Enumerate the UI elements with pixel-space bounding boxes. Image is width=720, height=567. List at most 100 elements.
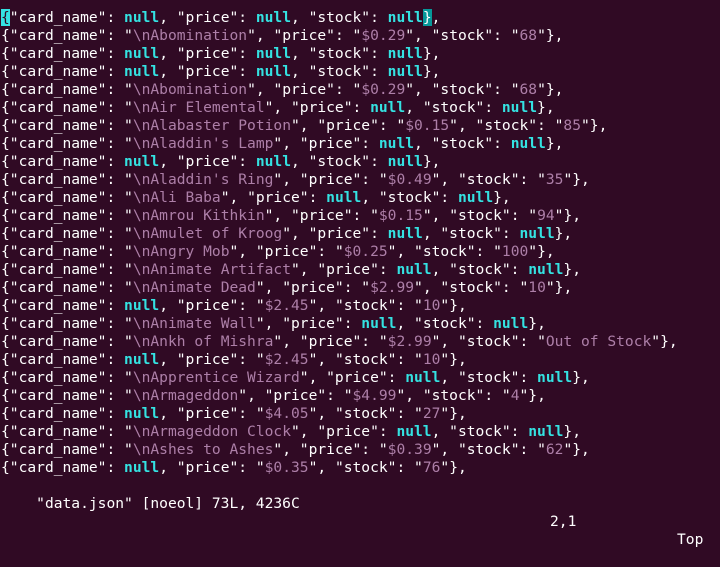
editor-line[interactable]: {"card_name": "\nAbomination", "price": … bbox=[1, 27, 678, 45]
close-brace: } bbox=[660, 333, 669, 350]
quote: " bbox=[124, 117, 133, 134]
quote: " bbox=[352, 81, 362, 98]
quote: " bbox=[537, 171, 546, 188]
json-null-value: null bbox=[396, 423, 432, 440]
json-string-value: $0.15 bbox=[378, 207, 423, 224]
comma: , bbox=[396, 315, 415, 332]
editor-line[interactable]: {"card_name": "\nAnimate Artifact", "pri… bbox=[1, 261, 678, 279]
json-key: "stock": bbox=[334, 297, 415, 314]
json-key: "price": bbox=[255, 243, 335, 260]
open-brace: { bbox=[1, 27, 10, 44]
editor-line[interactable]: {"card_name": "\nAshes to Ashes", "price… bbox=[1, 441, 678, 459]
json-string-value: \nAnkh of Mishra bbox=[132, 333, 274, 350]
editor-line[interactable]: {"card_name": null, "price": "$4.05", "s… bbox=[1, 405, 678, 423]
editor-line[interactable]: {"card_name": "\nArmageddon", "price": "… bbox=[1, 387, 678, 405]
json-null-value: null bbox=[124, 63, 160, 80]
editor-line[interactable]: {"card_name": null, "price": null, "stoc… bbox=[1, 45, 678, 63]
editor-line[interactable]: {"card_name": "\nAnimate Dead", "price":… bbox=[1, 279, 678, 297]
comma: , bbox=[440, 333, 458, 350]
json-string-value: 68 bbox=[519, 27, 538, 44]
json-key: "card_name": bbox=[9, 333, 125, 350]
comma: , bbox=[299, 423, 318, 440]
editor-line[interactable]: {"card_name": "\nAladdin's Lamp", "price… bbox=[1, 135, 678, 153]
json-null-value: null bbox=[124, 153, 160, 170]
json-key: "stock": bbox=[378, 189, 458, 206]
comma: , bbox=[422, 225, 441, 242]
editor-line[interactable]: {"card_name": "\nAnkh of Mishra", "price… bbox=[1, 333, 678, 351]
json-key: "price": bbox=[176, 153, 256, 170]
json-string-value: $2.45 bbox=[264, 351, 309, 368]
comma: , bbox=[291, 225, 309, 242]
close-brace: } bbox=[563, 207, 573, 224]
json-string-value: \nAnimate Artifact bbox=[132, 261, 291, 278]
comma: , bbox=[299, 117, 318, 134]
json-key: "price": bbox=[176, 351, 256, 368]
json-null-value: null bbox=[255, 153, 291, 170]
json-null-value: null bbox=[326, 189, 362, 206]
editor-line[interactable]: {"card_name": null, "price": null, "stoc… bbox=[1, 9, 678, 27]
open-brace: { bbox=[1, 369, 10, 386]
trailing-comma: , bbox=[431, 9, 441, 26]
json-key: "stock": bbox=[334, 459, 415, 476]
vim-editor[interactable]: { "card_name": null, "price": null, "stoc… bbox=[0, 0, 720, 548]
editor-line[interactable]: {"card_name": null, "price": null, "stoc… bbox=[1, 153, 678, 171]
editor-line[interactable]: {"card_name": "\nAli Baba", "price": nul… bbox=[1, 189, 678, 207]
editor-line[interactable]: {"card_name": "\nAbomination", "price": … bbox=[1, 81, 678, 99]
editor-line[interactable]: {"card_name": null, "price": "$2.45", "s… bbox=[1, 351, 678, 369]
quote: " bbox=[273, 441, 283, 458]
close-brace: } bbox=[572, 441, 582, 458]
json-string-value: 100 bbox=[501, 243, 529, 260]
json-string-value: \nAshes to Ashes bbox=[132, 441, 274, 458]
trailing-comma: , bbox=[545, 99, 555, 116]
close-brace: } bbox=[545, 81, 555, 98]
editor-line[interactable]: {"card_name": "\nAir Elemental", "price"… bbox=[1, 99, 678, 117]
comma: , bbox=[317, 405, 335, 422]
quote: " bbox=[440, 405, 450, 422]
json-null-value: null bbox=[124, 459, 160, 476]
quote: " bbox=[124, 279, 133, 296]
editor-line[interactable]: {"card_name": "\nAmrou Kithkin", "price"… bbox=[1, 207, 678, 225]
json-null-value: null bbox=[124, 405, 160, 422]
open-brace: { bbox=[1, 423, 10, 440]
editor-line[interactable]: {"card_name": null, "price": "$0.35", "s… bbox=[1, 459, 678, 477]
json-null-value: null bbox=[537, 369, 573, 386]
editor-line[interactable]: {"card_name": null, "price": null, "stoc… bbox=[1, 63, 678, 81]
json-string-value: Out of Stock bbox=[545, 333, 652, 350]
json-string-value: 10 bbox=[528, 279, 546, 296]
json-key: "card_name": bbox=[9, 135, 125, 152]
editor-line[interactable]: {"card_name": "\nApprentice Wizard", "pr… bbox=[1, 369, 678, 387]
comma: , bbox=[247, 387, 265, 404]
json-string-value: $0.25 bbox=[343, 243, 388, 260]
json-null-value: null bbox=[387, 225, 423, 242]
json-string-value: \nAlabaster Potion bbox=[132, 117, 291, 134]
editor-line[interactable]: {"card_name": "\nAlabaster Potion", "pri… bbox=[1, 117, 678, 135]
quote: " bbox=[528, 243, 538, 260]
json-key: "price": bbox=[326, 369, 406, 386]
quote: " bbox=[493, 243, 502, 260]
comma: , bbox=[282, 333, 300, 350]
quote: " bbox=[124, 99, 133, 116]
editor-line[interactable]: {"card_name": "\nArmageddon Clock", "pri… bbox=[1, 423, 678, 441]
quote: " bbox=[124, 81, 133, 98]
json-key: "stock": bbox=[308, 9, 388, 26]
editor-buffer[interactable]: { "card_name": null, "price": null, "stoc… bbox=[1, 9, 678, 477]
editor-line[interactable]: {"card_name": null, "price": "$2.45", "s… bbox=[1, 297, 678, 315]
editor-line[interactable]: {"card_name": "\nAnimate Wall", "price":… bbox=[1, 315, 678, 333]
json-null-value: null bbox=[378, 135, 415, 152]
json-string-value: \nAnimate Dead bbox=[132, 279, 256, 296]
comma: , bbox=[159, 45, 177, 62]
close-brace: } bbox=[422, 45, 432, 62]
trailing-comma: , bbox=[554, 27, 564, 44]
close-brace: } bbox=[572, 369, 581, 386]
editor-line[interactable]: {"card_name": "\nAladdin's Ring", "price… bbox=[1, 171, 678, 189]
json-key: "stock": bbox=[414, 243, 494, 260]
close-brace: } bbox=[563, 423, 573, 440]
trailing-comma: , bbox=[501, 189, 511, 206]
comma: , bbox=[291, 63, 309, 80]
json-key: "price": bbox=[176, 459, 256, 476]
quote: " bbox=[501, 387, 511, 404]
editor-line[interactable]: {"card_name": "\nAngry Mob", "price": "$… bbox=[1, 243, 678, 261]
close-brace: } bbox=[528, 387, 538, 404]
quote: " bbox=[124, 261, 133, 278]
editor-line[interactable]: {"card_name": "\nAmulet of Kroog", "pric… bbox=[1, 225, 678, 243]
